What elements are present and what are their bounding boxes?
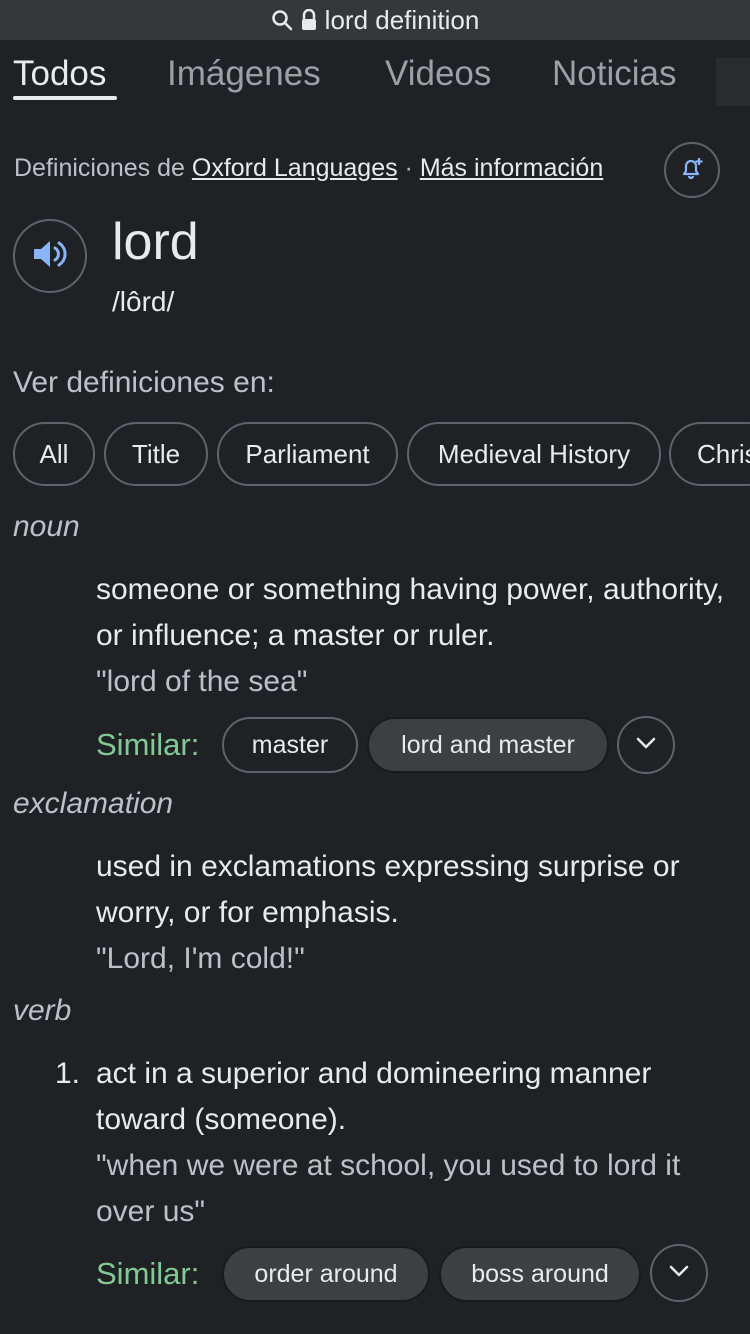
tab-overflow[interactable] — [716, 58, 750, 106]
chip-medieval-history[interactable]: Medieval History — [407, 422, 661, 486]
tab-videos[interactable]: Videos — [385, 54, 491, 94]
expand-similar-button[interactable] — [617, 716, 675, 774]
tab-noticias[interactable]: Noticias — [552, 54, 676, 94]
similar-chip-order-around[interactable]: order around — [222, 1246, 430, 1302]
definition-exclamation: used in exclamations expressing surprise… — [96, 844, 726, 982]
chevron-down-icon — [636, 736, 656, 754]
url-bar[interactable]: lord definition — [0, 0, 750, 40]
oxford-languages-link[interactable]: Oxford Languages — [192, 154, 398, 182]
url-query: lord definition — [324, 4, 480, 35]
chip-christianity[interactable]: Chris — [669, 422, 750, 486]
similar-chip-lord-and-master[interactable]: lord and master — [367, 717, 609, 773]
bell-plus-icon — [678, 154, 706, 187]
definition-text: act in a superior and domineering manner… — [96, 1057, 652, 1136]
phonetic: /lôrd/ — [112, 286, 175, 317]
example-text: "lord of the sea" — [96, 665, 308, 698]
active-tab-indicator — [13, 96, 117, 100]
tab-imagenes[interactable]: Imágenes — [167, 54, 321, 94]
sense-number: 1. — [55, 1057, 81, 1090]
speaker-icon — [31, 237, 69, 276]
definition-text: used in exclamations expressing surprise… — [96, 850, 680, 929]
example-text: "Lord, I'm cold!" — [96, 942, 305, 975]
part-of-speech-verb: verb — [13, 994, 72, 1027]
similar-chip-boss-around[interactable]: boss around — [439, 1246, 641, 1302]
example-text: "when we were at school, you used to lor… — [96, 1149, 681, 1228]
similar-chip-master[interactable]: master — [222, 717, 358, 773]
headword: lord — [112, 213, 199, 271]
definition-text: someone or something having power, autho… — [96, 573, 725, 652]
source-prefix: Definiciones de — [14, 154, 185, 182]
dictionary-source: Definiciones de Oxford Languages · Más i… — [14, 154, 603, 183]
similar-label: Similar: — [96, 1256, 200, 1291]
search-tabs: Todos Imágenes Videos Noticias — [0, 40, 750, 120]
chip-title[interactable]: Title — [104, 422, 208, 486]
part-of-speech-exclamation: exclamation — [13, 787, 174, 820]
chevron-down-icon — [669, 1264, 689, 1282]
see-definitions-label: Ver definiciones en: — [13, 366, 275, 399]
definition-verb: act in a superior and domineering manner… — [96, 1051, 726, 1235]
source-separator: · — [404, 154, 413, 182]
definition-noun: someone or something having power, autho… — [96, 567, 726, 705]
chip-parliament[interactable]: Parliament — [217, 422, 398, 486]
tab-todos[interactable]: Todos — [13, 54, 106, 94]
chip-all[interactable]: All — [13, 422, 95, 486]
part-of-speech-noun: noun — [13, 510, 80, 543]
notification-add-button[interactable] — [664, 142, 720, 198]
similar-label: Similar: — [96, 727, 200, 762]
lock-icon — [301, 9, 317, 31]
expand-similar-button[interactable] — [650, 1244, 708, 1302]
more-info-link[interactable]: Más información — [420, 154, 603, 182]
pronunciation-button[interactable] — [13, 219, 87, 293]
search-icon — [271, 9, 293, 31]
